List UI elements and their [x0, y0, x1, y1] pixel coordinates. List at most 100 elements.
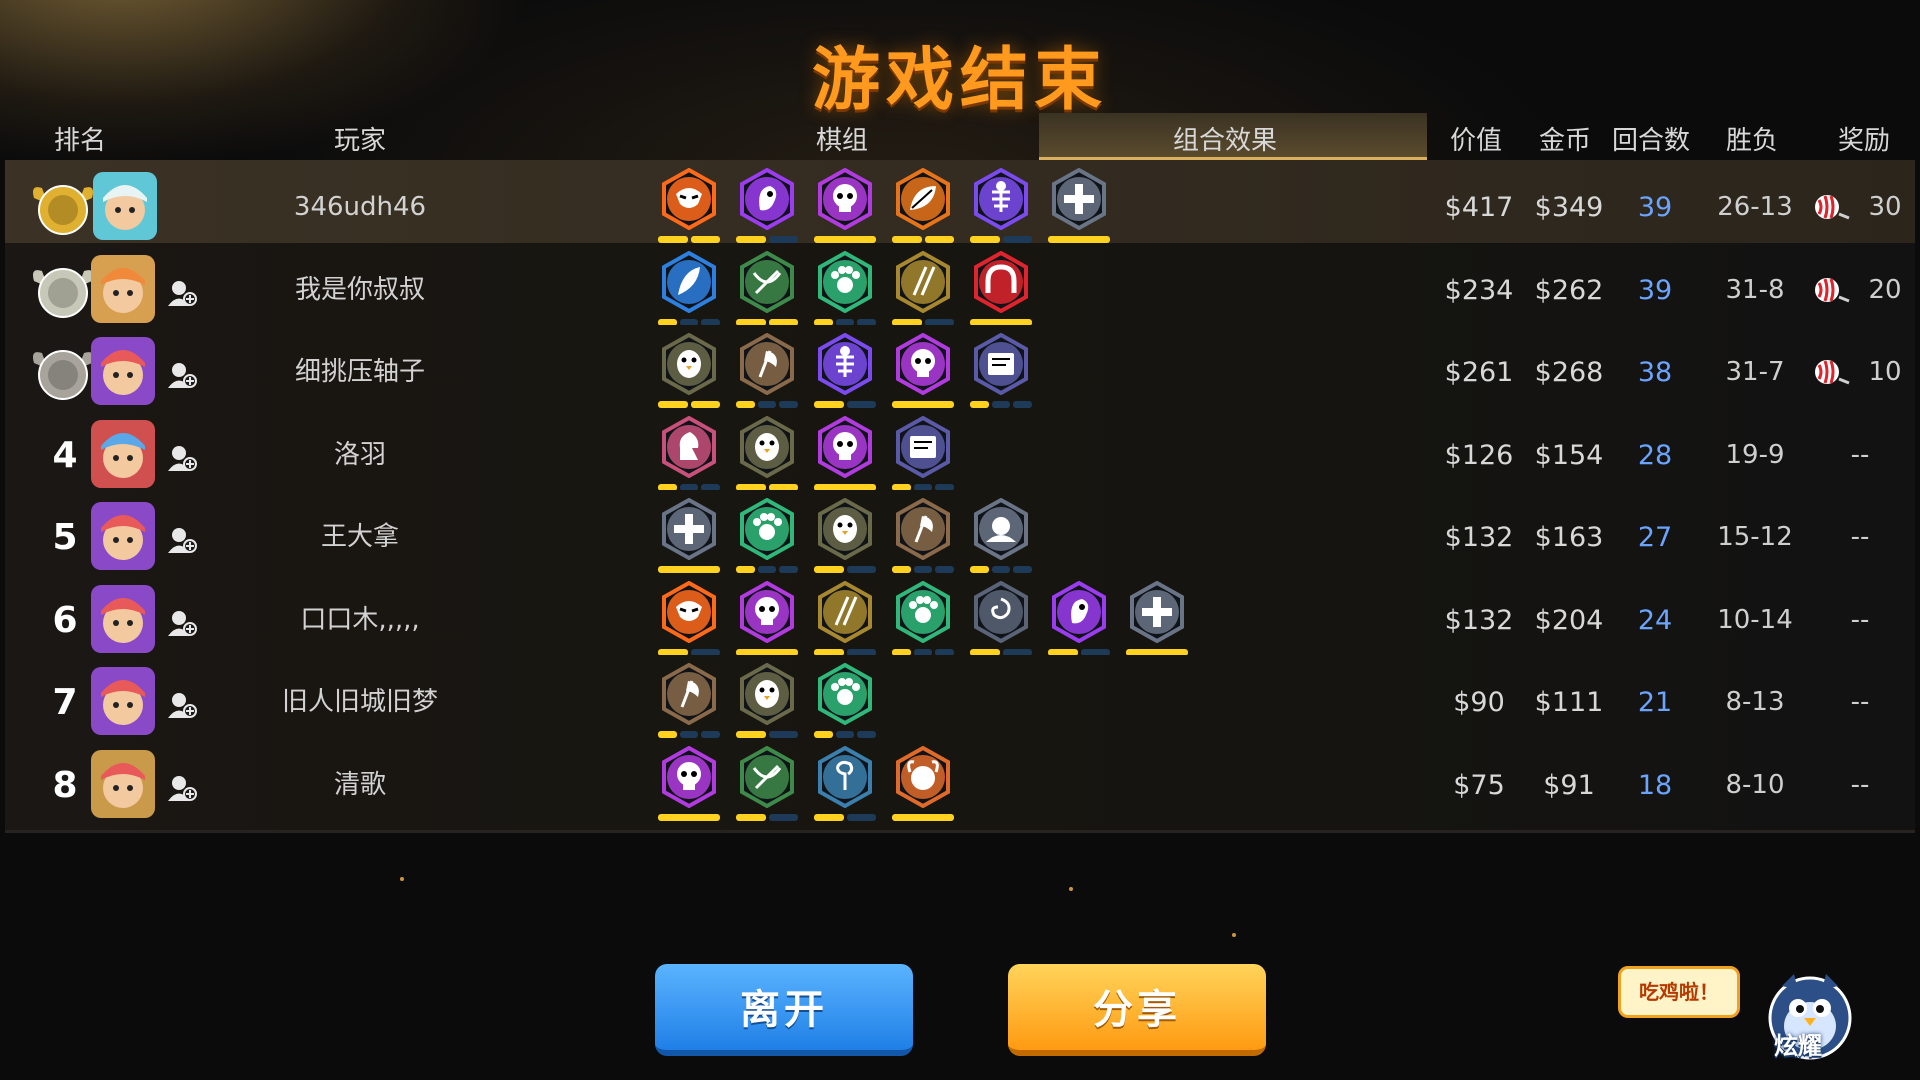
paw-icon[interactable] [814, 250, 877, 333]
horseshoe-icon[interactable] [970, 250, 1032, 333]
player-name[interactable]: 346udh46 [294, 160, 426, 255]
avatar[interactable] [91, 419, 155, 488]
cross-icon[interactable] [1126, 580, 1188, 663]
add-friend-icon[interactable] [167, 609, 197, 637]
win-loss-record: 8-13 [1725, 687, 1785, 717]
avatar[interactable] [93, 172, 157, 240]
show-off-label[interactable]: 炫耀 [1774, 1026, 1822, 1061]
table-row[interactable]: 细挑压轴子 $261 $268 38 31-7 10 [5, 325, 1915, 420]
player-name[interactable]: 清歌 [334, 738, 386, 833]
daggers-icon[interactable] [892, 250, 954, 333]
table-row[interactable]: 4 洛羽 $126 $154 28 19-9 -- [5, 407, 1915, 503]
demon-mask-icon[interactable] [658, 168, 720, 250]
value-amount: $261 [1444, 357, 1514, 388]
avatar[interactable] [91, 667, 155, 735]
rounds-count: 24 [1637, 604, 1673, 636]
player-name[interactable]: 我是你叔叔 [295, 243, 425, 338]
spellbook-icon[interactable] [892, 415, 955, 498]
win-loss-record: 31-7 [1725, 357, 1785, 387]
leaf-icon[interactable] [892, 168, 954, 250]
hood-icon[interactable] [970, 498, 1033, 580]
penguin-icon[interactable] [736, 415, 798, 498]
rank-number: 4 [52, 434, 78, 476]
tab-combo-label[interactable]: 组合效果 [1173, 120, 1277, 157]
penguin-icon[interactable] [658, 333, 720, 415]
crossbow-icon[interactable] [736, 250, 798, 333]
add-friend-icon[interactable] [167, 444, 197, 472]
cross-icon[interactable] [1048, 168, 1110, 250]
rounds-count: 21 [1637, 687, 1673, 718]
value-amount: $234 [1444, 274, 1514, 306]
viking-icon[interactable] [892, 745, 954, 828]
rank-number: 5 [52, 517, 78, 558]
swirl-icon[interactable] [970, 580, 1032, 663]
crossbow-icon[interactable] [736, 745, 798, 828]
player-name[interactable]: 口口木,,,,, [300, 573, 419, 668]
rank-number: 8 [52, 764, 78, 806]
spirit-icon[interactable] [736, 168, 798, 250]
fish-bone-icon[interactable] [814, 333, 876, 415]
skull-icon[interactable] [814, 415, 876, 498]
value-amount: $75 [1453, 769, 1505, 801]
avatar[interactable] [91, 749, 155, 818]
daggers-icon[interactable] [814, 580, 876, 663]
tab-board[interactable]: 棋组 [816, 120, 868, 157]
gold-amount: $163 [1534, 522, 1604, 553]
bronze-medal-icon [33, 350, 93, 400]
hook-icon[interactable] [814, 745, 876, 828]
paw-icon[interactable] [814, 663, 877, 745]
add-friend-icon[interactable] [167, 774, 197, 802]
player-name[interactable]: 洛羽 [334, 408, 386, 503]
win-loss-record: 26-13 [1717, 192, 1793, 222]
value-amount: $417 [1444, 192, 1514, 223]
avatar[interactable] [91, 502, 155, 570]
knight-icon[interactable] [658, 415, 721, 498]
add-friend-icon[interactable] [167, 279, 197, 307]
header-rank: 排名 [53, 126, 107, 156]
table-row[interactable]: 7 旧人旧城旧梦 $90 $111 21 8-13 -- [5, 655, 1915, 750]
penguin-icon[interactable] [814, 498, 876, 580]
skull-icon[interactable] [736, 580, 798, 663]
axe-icon[interactable] [658, 663, 721, 745]
rounds-count: 28 [1637, 439, 1673, 471]
fish-bone-icon[interactable] [970, 168, 1032, 250]
axe-icon[interactable] [736, 333, 799, 415]
add-friend-icon[interactable] [167, 361, 197, 389]
table-row[interactable]: 我是你叔叔 $234 $262 39 31-8 20 [5, 242, 1915, 338]
table-row[interactable]: 5 王大拿 $132 $163 27 15-12 -- [5, 490, 1915, 585]
avatar[interactable] [91, 584, 155, 653]
skull-icon[interactable] [892, 333, 954, 415]
table-row[interactable]: 6 口口木,,,,, $132 $204 24 10-14 -- [5, 572, 1915, 668]
header-reward: 奖励 [1837, 126, 1891, 156]
player-name[interactable]: 王大拿 [321, 490, 399, 585]
table-row[interactable]: 8 清歌 $75 $91 18 8-10 -- [5, 737, 1915, 833]
axe-icon[interactable] [892, 498, 955, 580]
add-friend-icon[interactable] [167, 526, 197, 554]
share-button[interactable]: 分享 [1008, 964, 1266, 1056]
feather-icon[interactable] [658, 250, 721, 333]
gold-amount: $262 [1534, 274, 1604, 306]
add-friend-icon[interactable] [167, 691, 197, 719]
skull-icon[interactable] [814, 168, 876, 250]
paw-icon[interactable] [736, 498, 799, 580]
cross-icon[interactable] [658, 498, 720, 580]
demon-mask-icon[interactable] [658, 580, 720, 663]
paw-icon[interactable] [892, 580, 955, 663]
pip-active [658, 813, 720, 821]
spirit-icon[interactable] [1048, 580, 1110, 663]
value-amount: $90 [1453, 687, 1505, 718]
reward-amount: -- [1850, 439, 1870, 470]
win-loss-record: 31-8 [1725, 274, 1785, 305]
header-gold: 金币 [1538, 126, 1592, 156]
skull-icon[interactable] [658, 745, 720, 828]
avatar[interactable] [91, 254, 155, 323]
player-name[interactable]: 旧人旧城旧梦 [282, 655, 438, 750]
leave-button[interactable]: 离开 [655, 964, 913, 1056]
spellbook-icon[interactable] [970, 333, 1033, 415]
sparkle [1069, 887, 1073, 891]
player-name[interactable]: 细挑压轴子 [295, 325, 425, 420]
pip-active [892, 813, 954, 821]
table-row[interactable]: 346udh46 $417 $349 39 26-13 30 [5, 160, 1915, 255]
penguin-icon[interactable] [736, 663, 798, 745]
avatar[interactable] [91, 337, 155, 405]
